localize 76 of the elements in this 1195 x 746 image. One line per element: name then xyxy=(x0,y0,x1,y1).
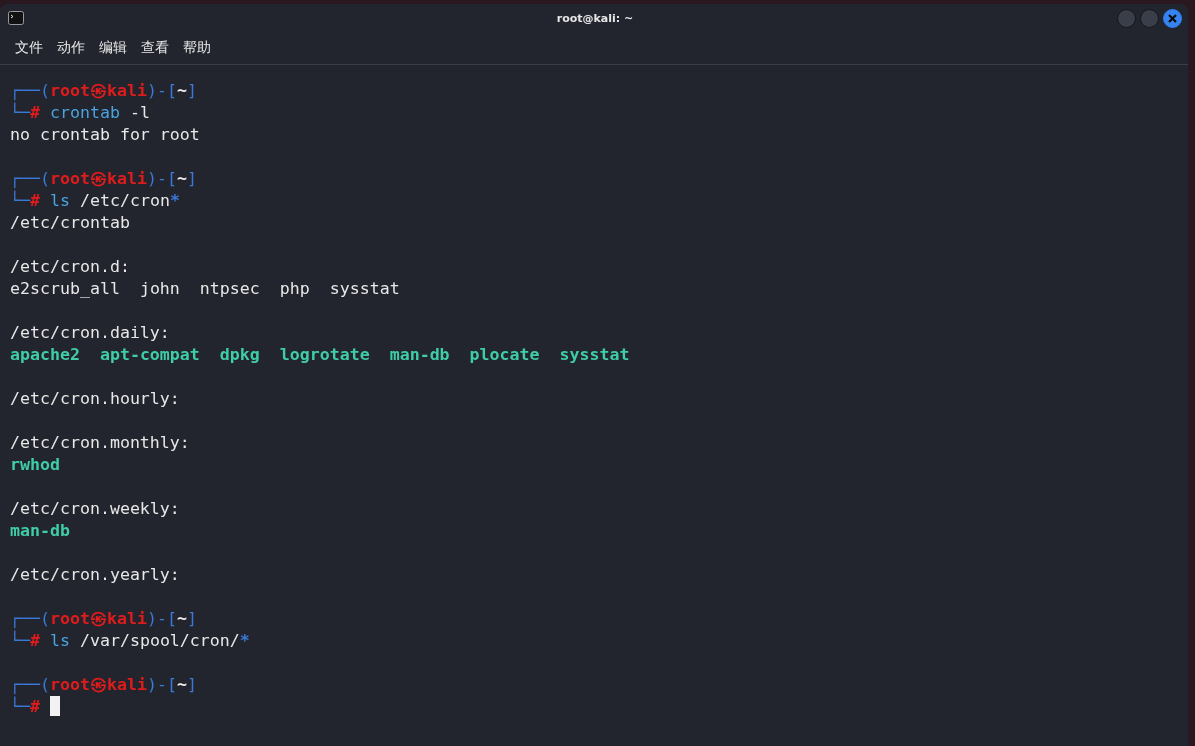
prompt-user: root xyxy=(49,609,90,628)
prompt-separator: )-[ xyxy=(146,81,177,100)
prompt-at: ㉿ xyxy=(89,675,107,694)
output-line: /etc/crontab xyxy=(10,213,130,232)
output-line: /etc/cron.d: xyxy=(10,257,130,276)
prompt-bracket: ] xyxy=(186,609,197,628)
prompt-separator: )-[ xyxy=(146,609,177,628)
executable-name: rwhod xyxy=(10,455,60,474)
file-name: sysstat xyxy=(329,279,400,298)
command-argument: /var/spool/cron/ xyxy=(78,631,240,650)
window-title: root@kali: ~ xyxy=(556,11,634,25)
executable-name: apache2 xyxy=(10,345,80,364)
glob-wildcard: * xyxy=(239,631,250,650)
file-name: e2scrub_all xyxy=(10,279,120,298)
prompt-host: kali xyxy=(106,81,147,100)
prompt-directory: ~ xyxy=(176,169,187,188)
prompt-bracket: ] xyxy=(186,81,197,100)
executable-name: man-db xyxy=(389,345,450,364)
prompt-user: root xyxy=(49,169,90,188)
prompt-separator: )-[ xyxy=(146,169,177,188)
prompt-host: kali xyxy=(106,675,147,694)
file-name: php xyxy=(279,279,310,298)
prompt-hash: # xyxy=(30,103,40,122)
file-name: john xyxy=(139,279,180,298)
prompt-frame: └─ xyxy=(10,191,30,210)
menu-item[interactable]: 编辑 xyxy=(92,39,134,57)
command-name: ls xyxy=(48,191,70,210)
prompt-frame: └─ xyxy=(10,697,30,716)
output-line: /etc/cron.hourly: xyxy=(10,389,180,408)
prompt-at: ㉿ xyxy=(89,81,107,100)
terminal-icon xyxy=(8,11,24,25)
prompt-bracket: ] xyxy=(186,675,197,694)
executable-name: logrotate xyxy=(279,345,370,364)
output-line: /etc/cron.monthly: xyxy=(10,433,190,452)
menu-item[interactable]: 帮助 xyxy=(176,39,218,57)
close-button[interactable] xyxy=(1163,8,1182,28)
prompt-hash: # xyxy=(30,191,40,210)
menu-item[interactable]: 查看 xyxy=(134,39,176,57)
executable-name: plocate xyxy=(469,345,540,364)
close-icon xyxy=(1168,13,1177,23)
minimize-button[interactable] xyxy=(1117,8,1136,28)
prompt-user: root xyxy=(49,81,90,100)
command-name: ls xyxy=(48,631,70,650)
prompt-frame: ┌──( xyxy=(10,609,50,628)
prompt-directory: ~ xyxy=(176,81,187,100)
menu-item[interactable]: 文件 xyxy=(8,39,50,57)
command-argument: -l xyxy=(128,103,150,122)
prompt-separator: )-[ xyxy=(146,675,177,694)
prompt-frame: ┌──( xyxy=(10,169,50,188)
prompt-at: ㉿ xyxy=(89,169,107,188)
prompt-user: root xyxy=(49,675,90,694)
command-name: crontab xyxy=(48,103,120,122)
executable-name: man-db xyxy=(10,521,70,540)
prompt-frame: └─ xyxy=(10,631,30,650)
prompt-frame: └─ xyxy=(10,103,30,122)
output-line: /etc/cron.yearly: xyxy=(10,565,180,584)
menu-item[interactable]: 动作 xyxy=(50,39,92,57)
output-line: /etc/cron.weekly: xyxy=(10,499,180,518)
prompt-host: kali xyxy=(106,169,147,188)
prompt-directory: ~ xyxy=(176,675,187,694)
executable-name: apt-compat xyxy=(99,345,200,364)
executable-name: sysstat xyxy=(559,345,630,364)
file-name: ntpsec xyxy=(199,279,260,298)
output-line: /etc/cron.daily: xyxy=(10,323,170,342)
prompt-hash: # xyxy=(30,631,40,650)
prompt-bracket: ] xyxy=(186,169,197,188)
prompt-directory: ~ xyxy=(176,609,187,628)
prompt-host: kali xyxy=(106,609,147,628)
prompt-hash: # xyxy=(30,697,40,716)
output-line: no crontab for root xyxy=(10,125,200,144)
glob-wildcard: * xyxy=(169,191,180,210)
command-argument: /etc/cron xyxy=(78,191,170,210)
prompt-frame: ┌──( xyxy=(10,81,50,100)
executable-name: dpkg xyxy=(219,345,260,364)
prompt-at: ㉿ xyxy=(89,609,107,628)
prompt-frame: ┌──( xyxy=(10,675,50,694)
